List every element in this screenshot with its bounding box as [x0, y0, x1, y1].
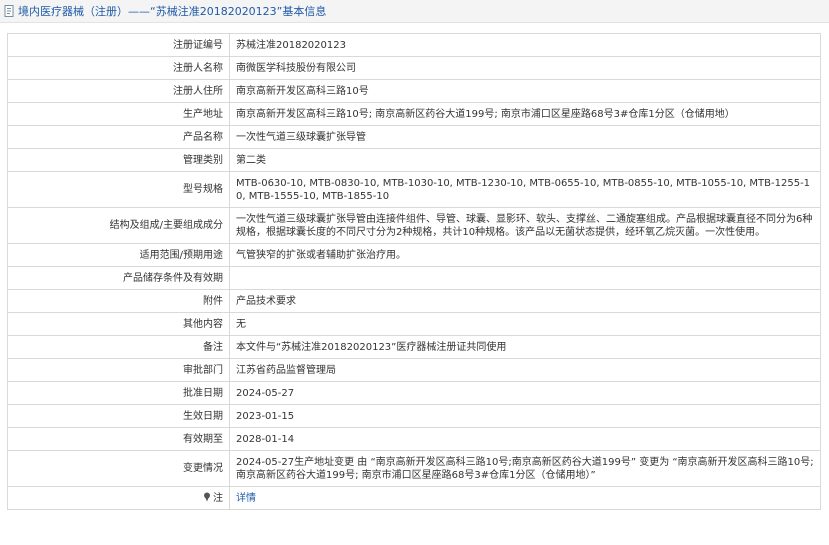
table-row: 生产地址 南京高新开发区高科三路10号; 南京高新区药谷大道199号; 南京市浦口… [7, 102, 821, 126]
row-value: 第二类 [229, 148, 821, 172]
row-value: 苏械注准20182020123 [229, 33, 821, 57]
row-value: 2028-01-14 [229, 427, 821, 451]
table-row: 备注 本文件与“苏械注准20182020123”医疗器械注册证共同使用 [7, 335, 821, 359]
row-label: 备注 [7, 335, 230, 359]
row-label: 结构及组成/主要组成成分 [7, 207, 230, 244]
row-label: 生产地址 [7, 102, 230, 126]
info-table: 注册证编号 苏械注准20182020123 注册人名称 南微医学科技股份有限公司 注册人… [7, 33, 821, 510]
row-value: 江苏省药品监督管理局 [229, 358, 821, 382]
table-row: 适用范围/预期用途 气管狭窄的扩张或者辅助扩张治疗用。 [7, 243, 821, 267]
row-label: 审批部门 [7, 358, 230, 382]
row-value: MTB-0630-10, MTB-0830-10, MTB-1030-10, M… [229, 171, 821, 208]
row-value: 产品技术要求 [229, 289, 821, 313]
row-label: 有效期至 [7, 427, 230, 451]
row-label: 注册证编号 [7, 33, 230, 57]
table-row: 有效期至 2028-01-14 [7, 427, 821, 451]
table-row: 批准日期 2024-05-27 [7, 381, 821, 405]
table-row: 生效日期 2023-01-15 [7, 404, 821, 428]
row-label: 附件 [7, 289, 230, 313]
table-row: 型号规格 MTB-0630-10, MTB-0830-10, MTB-1030-1… [7, 171, 821, 208]
row-value: 无 [229, 312, 821, 336]
table-row: 产品名称 一次性气道三级球囊扩张导管 [7, 125, 821, 149]
footer-label: 注 [7, 486, 230, 510]
row-value: 气管狭窄的扩张或者辅助扩张治疗用。 [229, 243, 821, 267]
info-table-body: 注册证编号 苏械注准20182020123 注册人名称 南微医学科技股份有限公司 注册人… [7, 33, 821, 510]
row-value: 一次性气道三级球囊扩张导管 [229, 125, 821, 149]
row-label: 生效日期 [7, 404, 230, 428]
table-row: 变更情况 2024-05-27生产地址变更 由 “南京高新开发区高科三路10号;南… [7, 450, 821, 487]
row-label: 变更情况 [7, 450, 230, 487]
row-value: 2024-05-27生产地址变更 由 “南京高新开发区高科三路10号;南京高新区… [229, 450, 821, 487]
table-row: 结构及组成/主要组成成分 一次性气道三级球囊扩张导管由连接件组件、导管、球囊、显影… [7, 207, 821, 244]
table-row: 注册证编号 苏械注准20182020123 [7, 33, 821, 57]
footer-value: 详情 [229, 486, 821, 510]
row-label: 适用范围/预期用途 [7, 243, 230, 267]
pin-icon [204, 492, 210, 501]
row-value: 一次性气道三级球囊扩张导管由连接件组件、导管、球囊、显影环、软头、支撑丝、二通旋… [229, 207, 821, 244]
row-value: 南京高新开发区高科三路10号; 南京高新区药谷大道199号; 南京市浦口区星座路… [229, 102, 821, 126]
table-row: 注册人住所 南京高新开发区高科三路10号 [7, 79, 821, 103]
row-label: 产品储存条件及有效期 [7, 266, 230, 290]
document-icon [4, 5, 14, 17]
row-label: 批准日期 [7, 381, 230, 405]
footer-label-text: 注 [213, 492, 223, 504]
row-label: 注册人住所 [7, 79, 230, 103]
row-label: 型号规格 [7, 171, 230, 208]
page-title: 境内医疗器械（注册）——“苏械注准20182020123”基本信息 [18, 5, 327, 18]
details-link[interactable]: 详情 [236, 493, 256, 504]
row-value: 2023-01-15 [229, 404, 821, 428]
row-label: 其他内容 [7, 312, 230, 336]
page-header: 境内医疗器械（注册）——“苏械注准20182020123”基本信息 [0, 0, 829, 23]
table-row: 其他内容无 [7, 312, 821, 336]
table-row: 审批部门 江苏省药品监督管理局 [7, 358, 821, 382]
row-label: 管理类别 [7, 148, 230, 172]
row-value [229, 266, 821, 290]
row-value: 2024-05-27 [229, 381, 821, 405]
table-row: 管理类别 第二类 [7, 148, 821, 172]
table-row: 产品储存条件及有效期 [7, 266, 821, 290]
row-value: 南微医学科技股份有限公司 [229, 56, 821, 80]
table-row: 注册人名称 南微医学科技股份有限公司 [7, 56, 821, 80]
row-value: 本文件与“苏械注准20182020123”医疗器械注册证共同使用 [229, 335, 821, 359]
row-label: 产品名称 [7, 125, 230, 149]
table-row-footer: 注 详情 [7, 486, 821, 510]
row-label: 注册人名称 [7, 56, 230, 80]
table-row: 附件 产品技术要求 [7, 289, 821, 313]
row-value: 南京高新开发区高科三路10号 [229, 79, 821, 103]
